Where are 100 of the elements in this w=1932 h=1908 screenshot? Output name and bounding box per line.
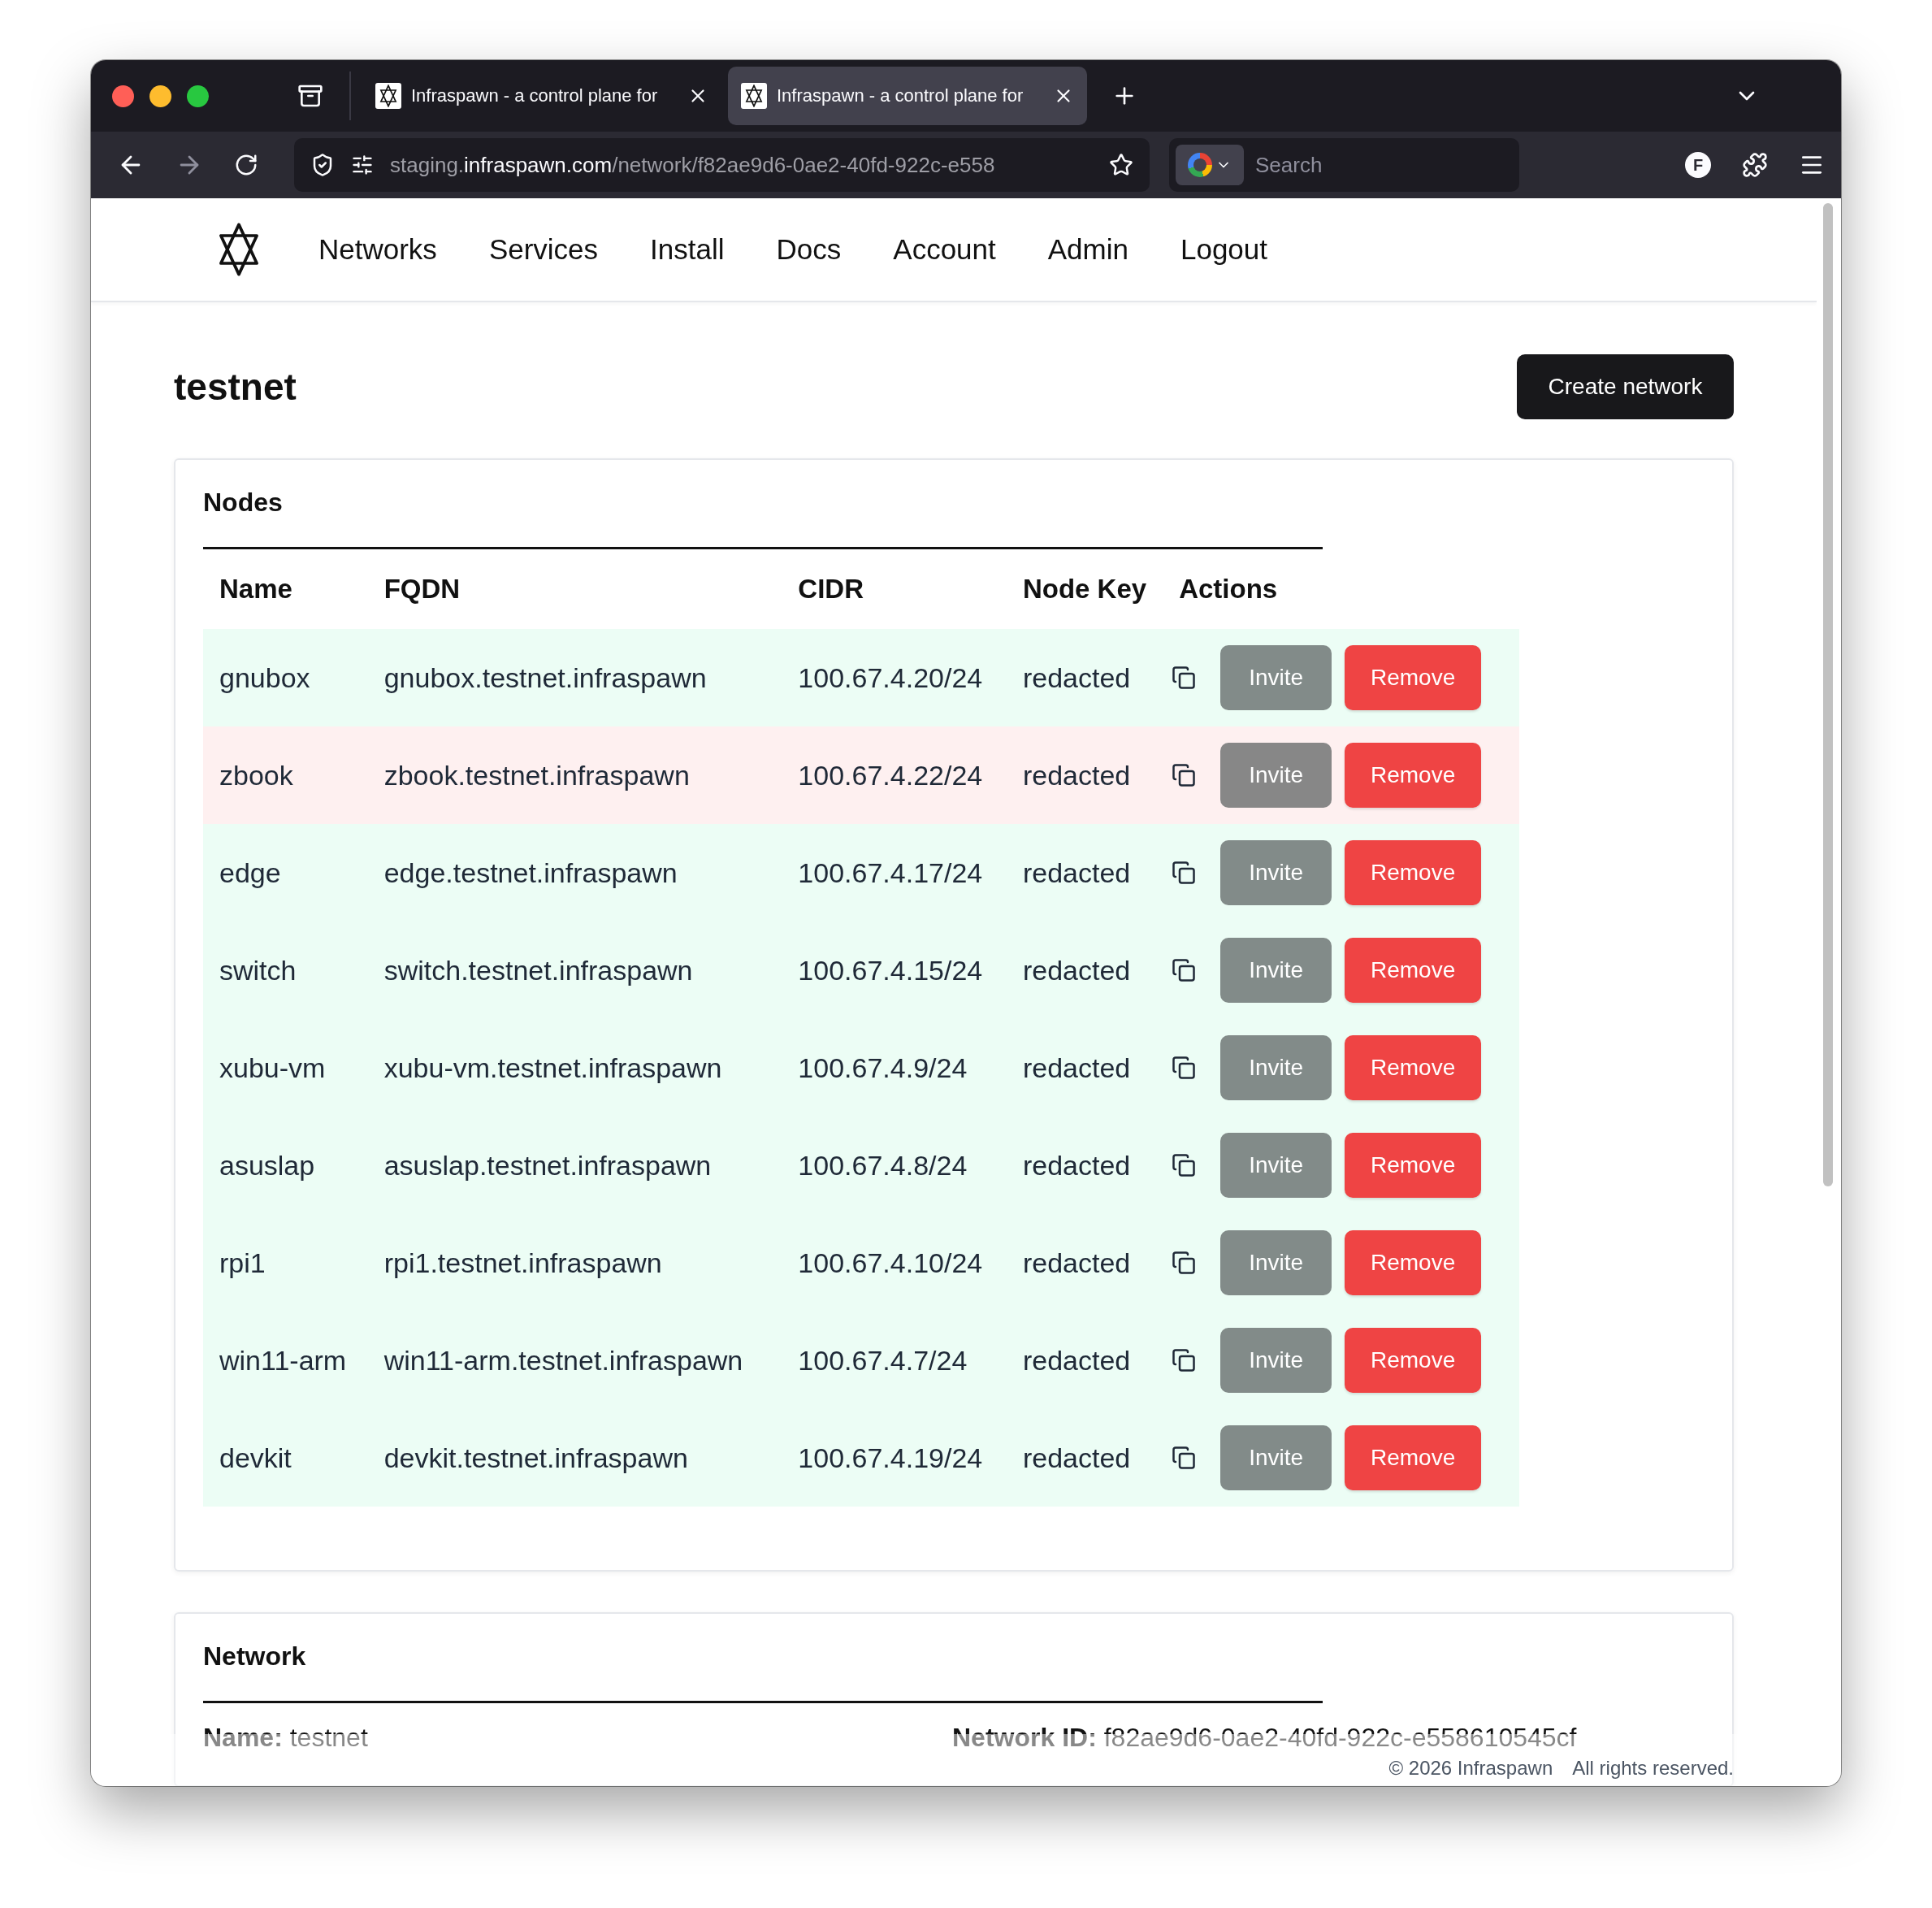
table-cell: 100.67.4.15/24 <box>782 921 1007 1019</box>
favicon-icon <box>375 83 401 109</box>
table-cell: 100.67.4.7/24 <box>782 1312 1007 1409</box>
invite-button[interactable]: Invite <box>1220 1230 1332 1295</box>
page-title: testnet <box>174 365 297 409</box>
nav-link[interactable]: Install <box>650 233 725 266</box>
remove-button[interactable]: Remove <box>1345 645 1482 710</box>
table-cell: asuslap.testnet.infraspawn <box>367 1117 782 1214</box>
info-field: Name: testnet <box>203 1723 952 1753</box>
remove-button[interactable]: Remove <box>1345 1230 1482 1295</box>
remove-button[interactable]: Remove <box>1345 743 1482 808</box>
table-cell: redacted <box>1006 726 1163 824</box>
remove-button[interactable]: Remove <box>1345 1133 1482 1198</box>
remove-button[interactable]: Remove <box>1345 1425 1482 1490</box>
create-network-button[interactable]: Create network <box>1517 354 1734 419</box>
invite-button[interactable]: Invite <box>1220 1035 1332 1100</box>
copy-icon[interactable] <box>1172 1251 1197 1275</box>
copy-icon[interactable] <box>1172 861 1197 885</box>
favicon-icon <box>741 83 767 109</box>
browser-tab[interactable]: Infraspawn - a control plane for <box>728 67 1087 125</box>
copy-icon[interactable] <box>1172 763 1197 787</box>
maximize-window-icon[interactable] <box>187 85 209 107</box>
table-cell: zbook.testnet.infraspawn <box>367 726 782 824</box>
reload-icon[interactable] <box>234 153 258 177</box>
card-title: Nodes <box>203 488 1323 549</box>
table-cell: win11-arm.testnet.infraspawn <box>367 1312 782 1409</box>
table-cell: rpi1 <box>203 1214 368 1312</box>
table-cell: zbook <box>203 726 368 824</box>
table-cell: redacted <box>1006 824 1163 921</box>
column-header: CIDR <box>782 549 1007 629</box>
column-header: Actions <box>1163 549 1519 629</box>
permissions-icon[interactable] <box>351 154 374 176</box>
remove-button[interactable]: Remove <box>1345 1328 1482 1393</box>
table-cell: redacted <box>1006 1214 1163 1312</box>
table-cell: redacted <box>1006 629 1163 726</box>
profile-avatar[interactable]: F <box>1685 152 1711 178</box>
nav-link[interactable]: Account <box>893 233 996 266</box>
copy-icon[interactable] <box>1172 1446 1197 1470</box>
search-engine-selector[interactable] <box>1176 145 1244 185</box>
search-field[interactable]: Search <box>1169 138 1519 192</box>
table-cell: redacted <box>1006 1312 1163 1409</box>
copy-icon[interactable] <box>1172 958 1197 982</box>
table-cell: 100.67.4.10/24 <box>782 1214 1007 1312</box>
remove-button[interactable]: Remove <box>1345 938 1482 1003</box>
table-cell: edge.testnet.infraspawn <box>367 824 782 921</box>
column-header: FQDN <box>367 549 782 629</box>
invite-button[interactable]: Invite <box>1220 743 1332 808</box>
minimize-window-icon[interactable] <box>149 85 171 107</box>
table-cell: edge <box>203 824 368 921</box>
tab-overview-icon[interactable] <box>297 83 323 109</box>
table-cell: redacted <box>1006 1019 1163 1117</box>
copyright-text: © 2026 Infraspawn <box>1388 1757 1553 1780</box>
remove-button[interactable]: Remove <box>1345 1035 1482 1100</box>
table-cell: redacted <box>1006 1117 1163 1214</box>
close-window-icon[interactable] <box>112 85 134 107</box>
tab-title: Infraspawn - a control plane for <box>411 85 659 106</box>
table-cell: 100.67.4.22/24 <box>782 726 1007 824</box>
table-cell: xubu-vm <box>203 1019 368 1117</box>
table-cell: redacted <box>1006 1409 1163 1507</box>
copy-icon[interactable] <box>1172 1348 1197 1372</box>
invite-button[interactable]: Invite <box>1220 1328 1332 1393</box>
invite-button[interactable]: Invite <box>1220 1425 1332 1490</box>
table-cell: switch.testnet.infraspawn <box>367 921 782 1019</box>
table-cell: devkit <box>203 1409 368 1507</box>
nav-link[interactable]: Services <box>488 233 599 266</box>
table-cell: 100.67.4.19/24 <box>782 1409 1007 1507</box>
column-header: Name <box>203 549 368 629</box>
nav-link[interactable]: Logout <box>1180 233 1268 266</box>
invite-button[interactable]: Invite <box>1220 938 1332 1003</box>
extensions-icon[interactable] <box>1742 152 1768 178</box>
address-bar[interactable]: staging.infraspawn.com/network/f82ae9d6-0ae2-40fd-922c-e558 <box>294 138 1150 192</box>
table-cell: 100.67.4.20/24 <box>782 629 1007 726</box>
copy-icon[interactable] <box>1172 1153 1197 1177</box>
column-header: Node Key <box>1006 549 1163 629</box>
nav-link[interactable]: Admin <box>1047 233 1128 266</box>
rights-text: All rights reserved. <box>1572 1757 1734 1780</box>
table-cell: 100.67.4.9/24 <box>782 1019 1007 1117</box>
remove-button[interactable]: Remove <box>1345 840 1482 905</box>
table-cell: gnubox <box>203 629 368 726</box>
bookmark-star-icon[interactable] <box>1109 153 1133 177</box>
url-text: staging.infraspawn.com/network/f82ae9d6-0ae2-40fd-922c-e558 <box>390 152 996 178</box>
table-cell: redacted <box>1006 921 1163 1019</box>
invite-button[interactable]: Invite <box>1220 1133 1332 1198</box>
browser-tab[interactable]: Infraspawn - a control plane for <box>362 67 721 125</box>
copy-icon[interactable] <box>1172 1056 1197 1080</box>
table-cell: switch <box>203 921 368 1019</box>
table-cell: win11-arm <box>203 1312 368 1409</box>
invite-button[interactable]: Invite <box>1220 645 1332 710</box>
nav-link[interactable]: Networks <box>318 233 437 266</box>
table-cell: 100.67.4.17/24 <box>782 824 1007 921</box>
invite-button[interactable]: Invite <box>1220 840 1332 905</box>
info-field: Network ID: f82ae9d6-0ae2-40fd-922c-e558610545cf <box>952 1723 1701 1753</box>
tab-title: Infraspawn - a control plane for <box>777 85 1024 106</box>
search-engine-icon <box>1188 153 1212 177</box>
table-cell: rpi1.testnet.infraspawn <box>367 1214 782 1312</box>
nav-link[interactable]: Docs <box>776 233 842 266</box>
scrollbar-thumb[interactable] <box>1823 203 1833 1186</box>
table-cell: gnubox.testnet.infraspawn <box>367 629 782 726</box>
card-title: Network <box>203 1641 1323 1703</box>
copy-icon[interactable] <box>1172 666 1197 690</box>
